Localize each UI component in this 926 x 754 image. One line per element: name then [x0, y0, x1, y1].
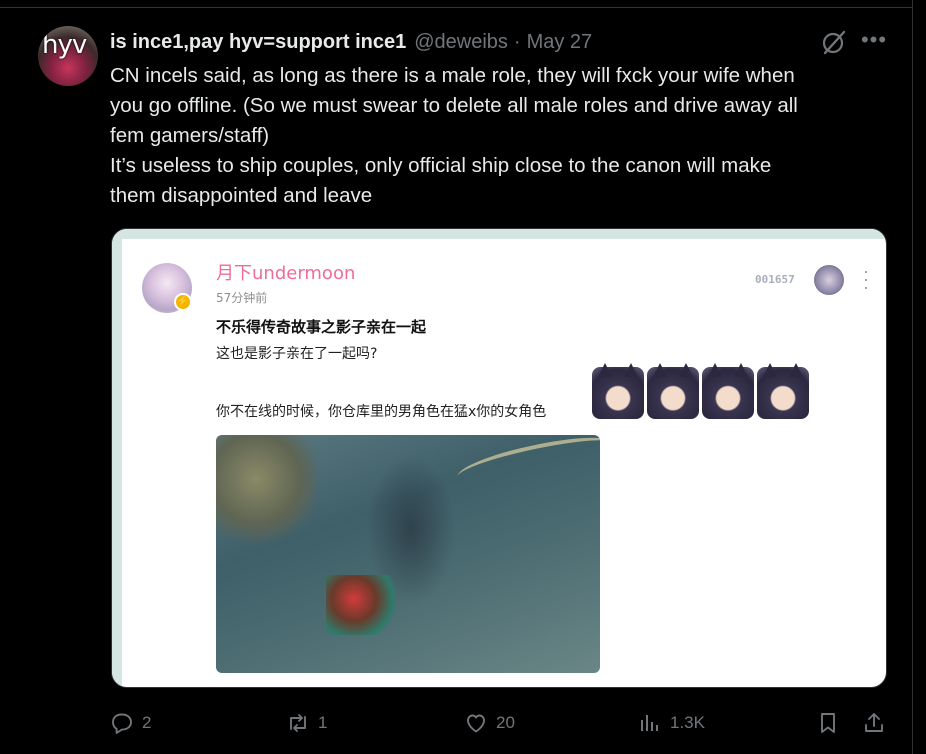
views-button[interactable]: 1.3K	[638, 706, 705, 740]
bookmark-icon	[821, 713, 835, 733]
retweet-icon	[290, 714, 306, 732]
embedded-username: 月下undermoon	[216, 263, 356, 284]
retweet-count: 1	[318, 713, 328, 732]
reply-icon	[112, 713, 132, 734]
frame-top-divider	[0, 7, 913, 8]
sticker-image	[592, 363, 644, 419]
embedded-kebab-icon: · · ·	[863, 261, 869, 297]
tweet-text-line: fem gamers/staff)	[110, 124, 270, 147]
tweet-text-line: CN incels said, as long as there is a ma…	[110, 64, 795, 87]
reply-button[interactable]: 2	[110, 706, 151, 740]
sticker-image	[647, 363, 699, 419]
header-separator: ·	[513, 31, 521, 53]
embedded-game-screenshot	[216, 435, 600, 673]
retweet-button[interactable]: 1	[286, 706, 327, 740]
embedded-time: 57分钟前	[216, 291, 268, 305]
heart-icon	[467, 714, 485, 733]
tweet-text-line: you go offline. (So we must swear to del…	[110, 94, 798, 117]
tweet-media-image[interactable]: ⚡ 月下undermoon 57分钟前 不乐得传奇故事之影子亲在一起 这也是影子…	[111, 228, 887, 688]
lightning-badge-icon: ⚡	[174, 293, 192, 311]
game-scene-character	[326, 575, 396, 635]
more-options-icon[interactable]: •••	[860, 29, 888, 54]
bookmark-button[interactable]	[816, 706, 840, 740]
frame-right-divider	[912, 0, 913, 754]
embedded-mini-avatar	[814, 265, 844, 295]
tweet-text: CN incels said, as long as there is a ma…	[110, 61, 900, 211]
like-count: 20	[496, 713, 515, 732]
author-display-name[interactable]: is ince1,pay hyv=support ince1	[110, 31, 406, 54]
reply-count: 2	[142, 713, 152, 732]
embedded-badge-code: 001657	[755, 273, 795, 286]
embedded-post-line: 这也是影子亲在了一起吗?	[216, 346, 378, 362]
embedded-post-title: 不乐得传奇故事之影子亲在一起	[216, 318, 427, 336]
tweet-text-line: them disappointed and leave	[110, 184, 373, 207]
share-icon	[865, 713, 883, 732]
share-button[interactable]	[862, 706, 886, 740]
media-border-top	[112, 229, 886, 239]
embedded-post-line: 你不在线的时候，你仓库里的男角色在猛x你的女角色	[216, 404, 547, 420]
views-count: 1.3K	[670, 713, 705, 732]
views-chart-icon	[641, 715, 658, 731]
author-handle[interactable]: @deweibs	[414, 31, 508, 54]
like-button[interactable]: 20	[464, 706, 515, 740]
tweet-text-line: It’s useless to ship couples, only offic…	[110, 154, 772, 177]
author-avatar[interactable]: hyv	[38, 26, 98, 86]
tweet-header: is ince1,pay hyv=support ince1 @deweibs …	[110, 31, 896, 55]
avatar-text: hyv	[42, 30, 87, 60]
sticker-image	[702, 363, 754, 419]
sticker-image	[757, 363, 809, 419]
game-scene-object	[216, 435, 316, 545]
media-border-left	[112, 229, 122, 687]
tweet-actions-bar: 2 1 20 1.3K	[0, 706, 926, 740]
game-scene-streak	[454, 435, 600, 492]
tweet-date[interactable]: May 27	[527, 31, 593, 54]
grok-icon[interactable]	[820, 28, 848, 56]
